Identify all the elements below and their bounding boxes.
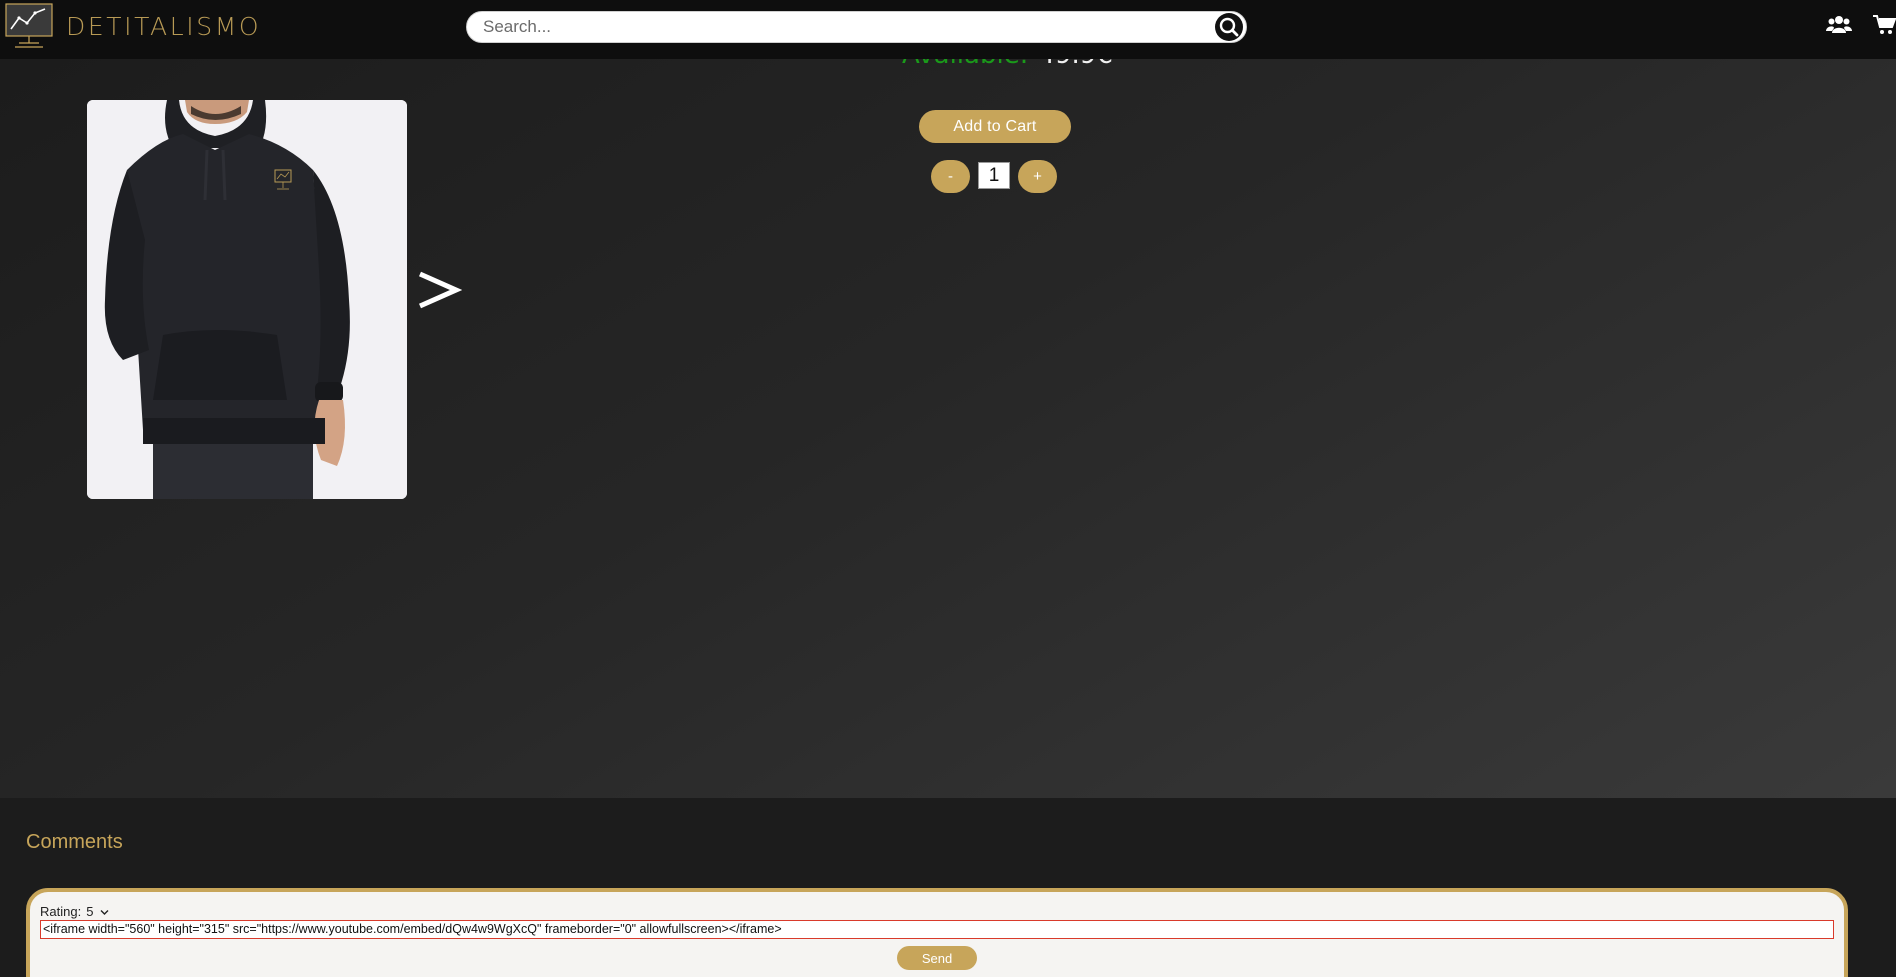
- availability: Available: 49.9€: [902, 59, 1113, 70]
- quantity-input[interactable]: 1: [978, 162, 1010, 189]
- comments-section: Comments Rating: 5 <iframe width="560" h…: [0, 798, 1896, 977]
- product-image: [87, 100, 407, 499]
- add-to-cart-button[interactable]: Add to Cart: [919, 110, 1071, 143]
- rating-label: Rating:: [40, 903, 82, 919]
- site-header: DETITALISMO: [0, 0, 1896, 59]
- chevron-down-icon: [100, 909, 109, 915]
- cart-icon[interactable]: [1873, 14, 1896, 36]
- search-bar: [466, 11, 1247, 43]
- search-button[interactable]: [1213, 12, 1245, 42]
- product-section: Available: 49.9€: [0, 59, 1896, 798]
- comment-textarea[interactable]: <iframe width="560" height="315" src="ht…: [40, 920, 1834, 939]
- rating-field: Rating: 5: [40, 902, 112, 920]
- rating-value: 5: [86, 903, 94, 919]
- quantity-decrease-button[interactable]: -: [931, 160, 970, 193]
- brand-name[interactable]: DETITALISMO: [66, 12, 261, 41]
- quantity-increase-button[interactable]: +: [1018, 160, 1057, 193]
- search-input[interactable]: [483, 12, 1203, 42]
- availability-label: Available:: [902, 59, 1028, 70]
- monitor-chart-logo-icon[interactable]: [5, 3, 53, 51]
- comment-form: Rating: 5 <iframe width="560" height="31…: [26, 888, 1848, 977]
- product-price: 49.9€: [1038, 59, 1112, 70]
- product-page: DETITALISMO Search... Add to Cart - 1 + …: [0, 0, 1896, 977]
- comments-title: Comments: [26, 831, 123, 853]
- send-comment-button[interactable]: Send: [897, 946, 977, 970]
- rating-select[interactable]: 5: [83, 903, 112, 920]
- search-icon: [1215, 13, 1243, 41]
- next-image-arrow[interactable]: [416, 266, 463, 314]
- users-icon[interactable]: [1826, 14, 1852, 36]
